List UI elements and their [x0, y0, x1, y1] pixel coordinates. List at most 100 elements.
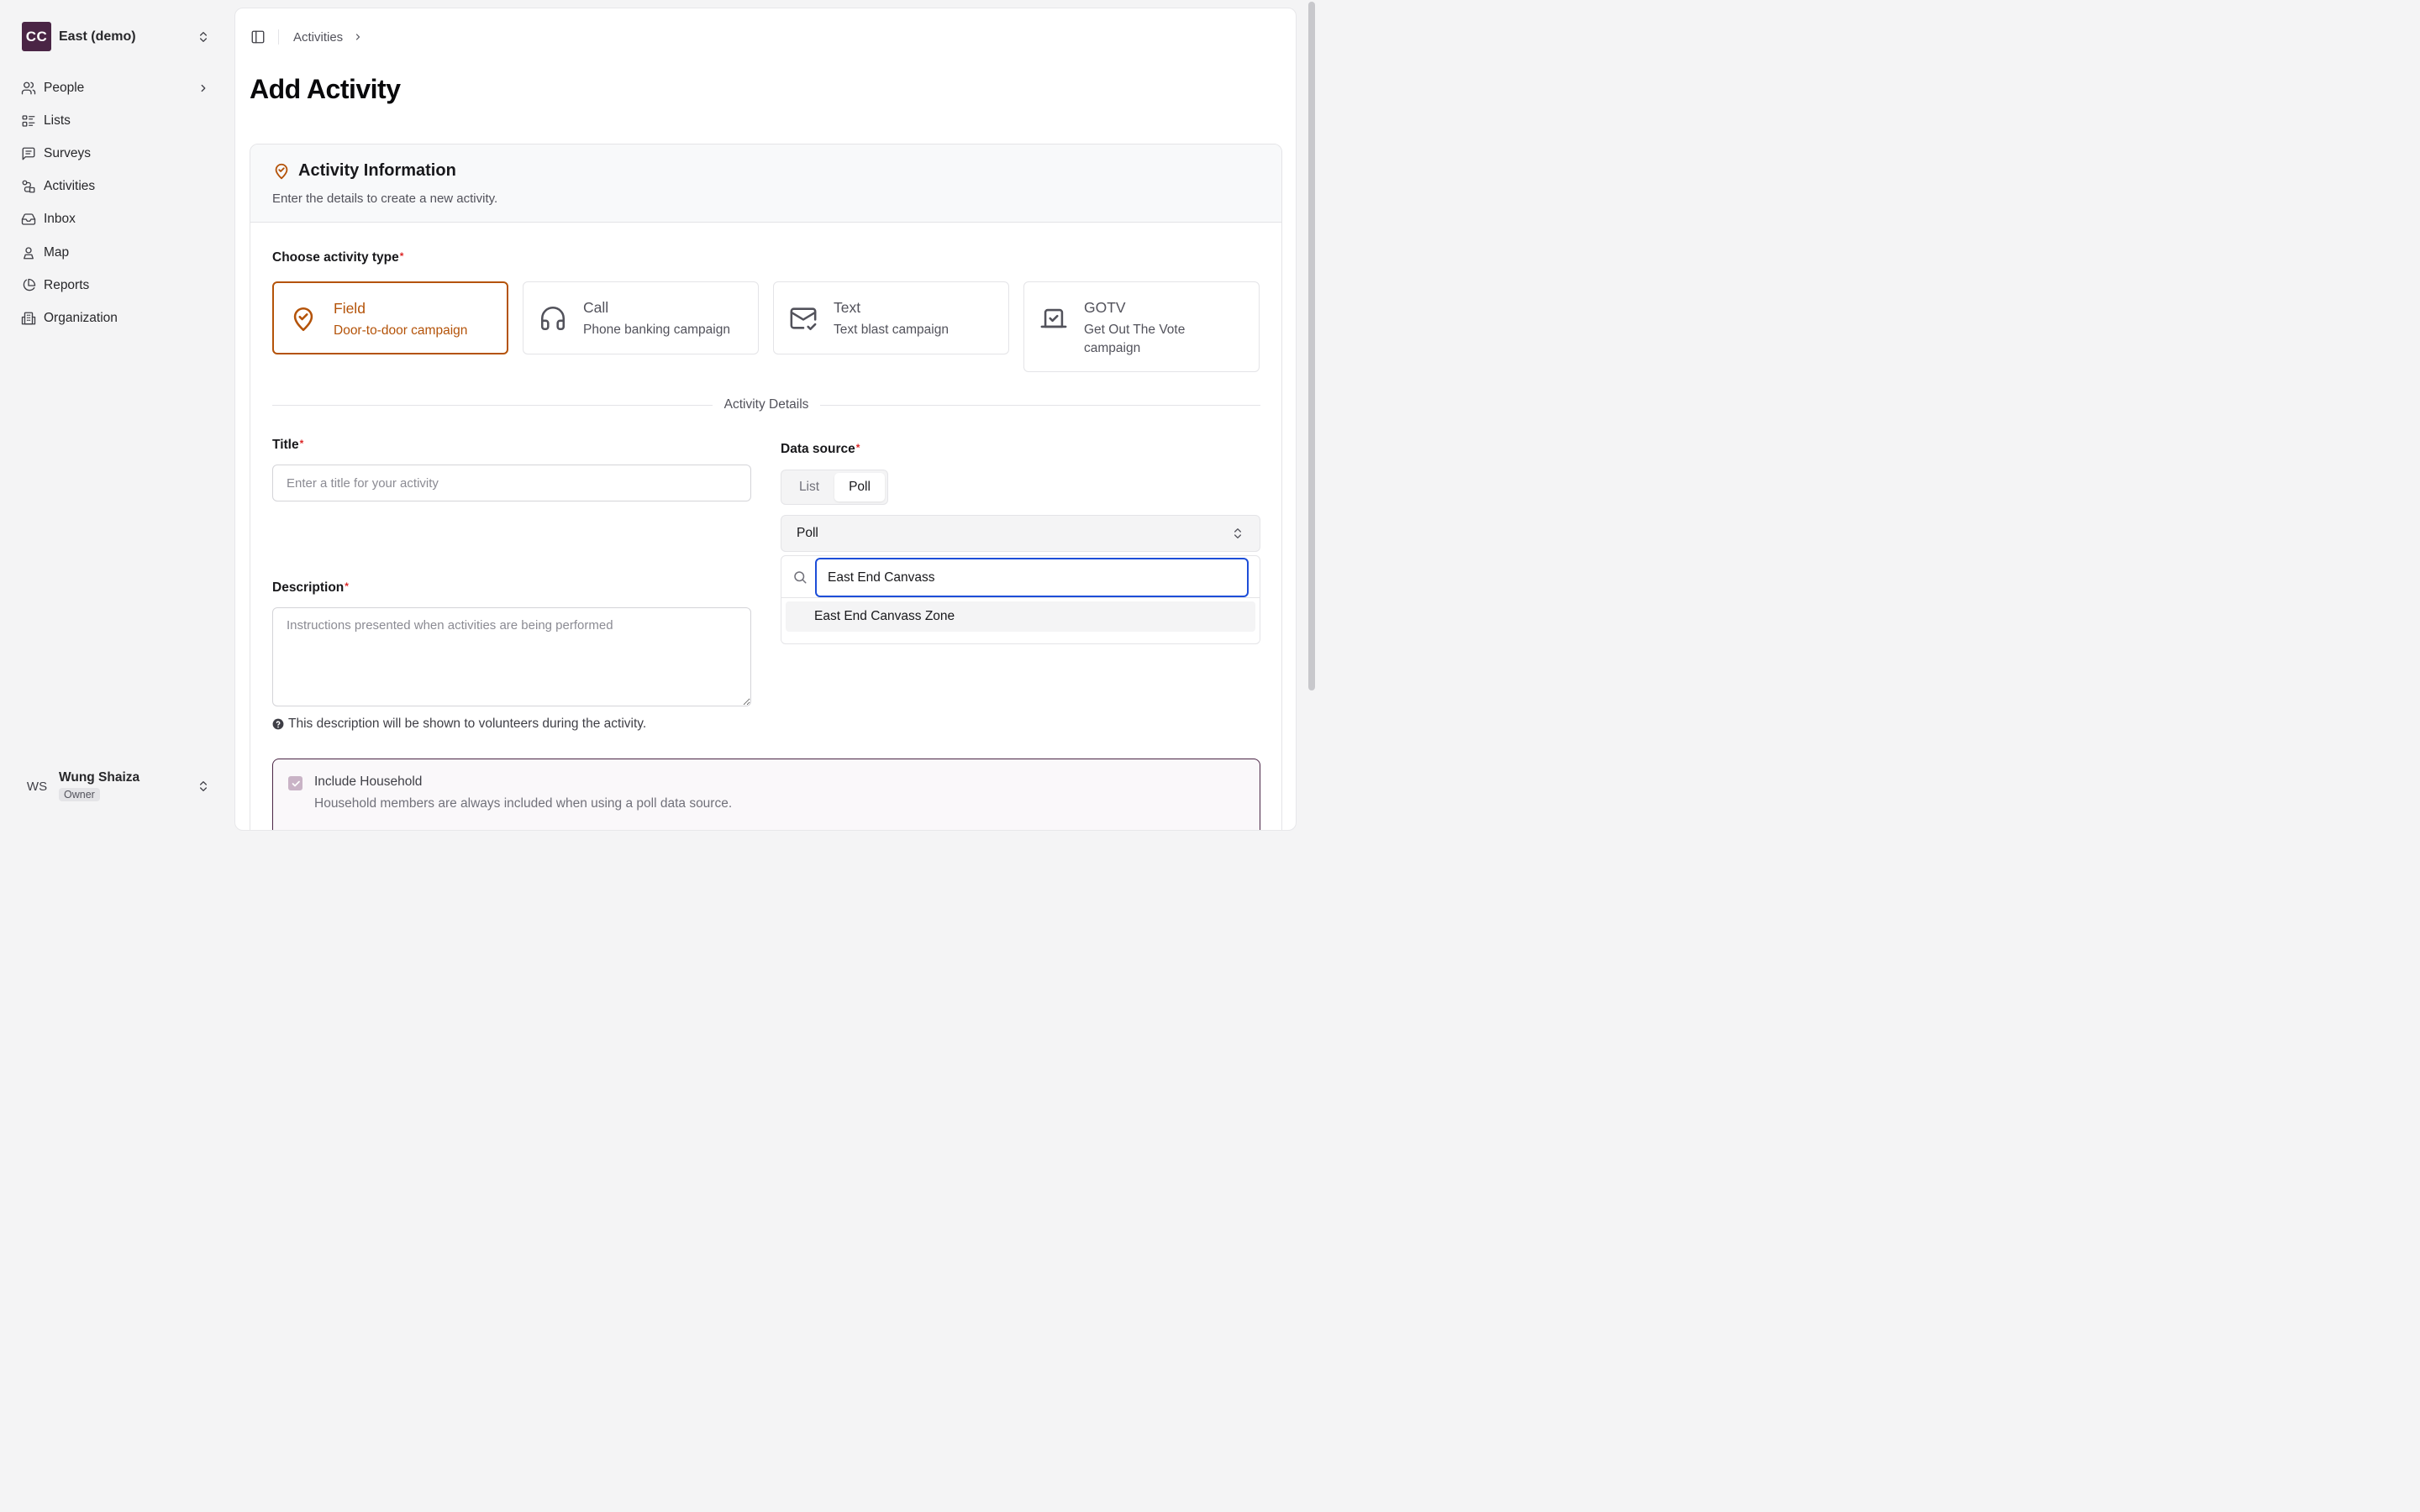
- scrollbar-thumb[interactable]: [1308, 2, 1315, 690]
- poll-select-value: Poll: [797, 526, 818, 540]
- activity-type-name: GOTV: [1084, 299, 1126, 316]
- dropdown-search: [781, 556, 1260, 598]
- title-label: Title*: [272, 438, 303, 453]
- activity-type-desc: Text blast campaign: [834, 323, 949, 337]
- poll-dropdown: East End Canvass Zone: [781, 555, 1260, 644]
- section-divider: Activity Details: [272, 396, 1260, 413]
- activity-type-options: Field Door-to-door campaign Call Phone b…: [272, 281, 1260, 374]
- section-divider-label: Activity Details: [723, 397, 809, 412]
- description-label: Description*: [272, 580, 349, 596]
- activity-type-label: Choose activity type*: [272, 250, 403, 265]
- segment-list[interactable]: List: [784, 473, 834, 501]
- sidebar-item-reports[interactable]: Reports: [21, 269, 216, 302]
- page-title: Add Activity: [250, 74, 401, 104]
- sidebar-item-surveys[interactable]: Surveys: [21, 137, 216, 170]
- activity-type-desc: Get Out The Vote campaign: [1084, 323, 1186, 355]
- activity-type-desc: Phone banking campaign: [583, 323, 730, 337]
- include-household-row: Include Household: [288, 774, 1244, 790]
- description-label-text: Description: [272, 580, 345, 595]
- topbar-divider: [278, 29, 279, 45]
- description-input[interactable]: [272, 607, 751, 706]
- required-mark: *: [299, 438, 304, 449]
- divider-line: [820, 404, 1260, 406]
- card-title-text: Activity Information: [298, 161, 456, 180]
- user-info: Wung Shaiza Owner: [59, 770, 197, 802]
- activity-type-field[interactable]: Field Door-to-door campaign: [272, 281, 508, 354]
- avatar: WS: [26, 779, 48, 794]
- activity-type-gotv[interactable]: GOTV Get Out The Vote campaign: [1023, 281, 1260, 372]
- topbar: Activities: [250, 29, 363, 45]
- activity-info-card: Activity Information Enter the details t…: [250, 144, 1282, 830]
- map-pin-check-icon: [275, 163, 288, 179]
- sidebar: CC East (demo) People Lists Surveys Acti…: [0, 0, 234, 823]
- sidebar-item-label: People: [44, 80, 85, 95]
- activity-type-text: Field Door-to-door campaign: [334, 300, 467, 340]
- role-badge: Owner: [59, 788, 100, 801]
- org-name: East (demo): [59, 29, 136, 44]
- sidebar-toggle-icon[interactable]: [250, 29, 266, 45]
- title-label-text: Title: [272, 438, 299, 452]
- sidebar-item-inbox[interactable]: Inbox: [21, 203, 216, 236]
- breadcrumb-activities[interactable]: Activities: [293, 30, 343, 45]
- main-panel: Activities Add Activity Activity Informa…: [234, 8, 1297, 831]
- sidebar-item-label: Inbox: [44, 212, 76, 227]
- org-switcher[interactable]: CC East (demo): [22, 22, 215, 51]
- data-source-label-text: Data source: [781, 442, 855, 456]
- map-pin-check-icon: [293, 307, 313, 332]
- include-household-title: Include Household: [314, 774, 423, 789]
- chevron-right-icon: [356, 34, 360, 40]
- activity-type-name: Text: [834, 299, 861, 316]
- activity-type-text: Call Phone banking campaign: [583, 299, 730, 339]
- dropdown-option[interactable]: East End Canvass Zone: [786, 601, 1255, 632]
- sidebar-item-map[interactable]: Map: [21, 236, 216, 269]
- data-source-label: Data source*: [781, 442, 860, 457]
- dropdown-search-input[interactable]: [815, 558, 1249, 597]
- poll-select[interactable]: Poll: [781, 515, 1260, 552]
- user-menu[interactable]: WS Wung Shaiza Owner: [22, 766, 215, 806]
- activity-type-name: Field: [334, 300, 366, 317]
- sidebar-item-activities[interactable]: Activities: [21, 171, 216, 203]
- include-household-box: Include Household Household members are …: [272, 759, 1260, 830]
- page-scrollbar[interactable]: [1306, 0, 1318, 823]
- description-help-text: This description will be shown to volunt…: [288, 717, 647, 731]
- mail-check-icon: [790, 307, 817, 331]
- description-help: This description will be shown to volunt…: [272, 717, 646, 732]
- card-subtitle: Enter the details to create a new activi…: [272, 192, 498, 206]
- title-input[interactable]: [272, 465, 751, 501]
- required-mark: *: [399, 250, 404, 262]
- activity-type-label-text: Choose activity type: [272, 250, 399, 265]
- list-icon: [22, 115, 35, 127]
- activity-type-desc: Door-to-door campaign: [334, 323, 468, 338]
- headphones-icon: [540, 306, 566, 331]
- chevrons-up-down-icon: [200, 781, 207, 791]
- include-household-subtitle: Household members are always included wh…: [314, 796, 733, 811]
- building-icon: [21, 312, 36, 325]
- sidebar-item-label: Reports: [44, 277, 90, 292]
- include-household-checkbox[interactable]: [288, 776, 302, 790]
- search-icon: [794, 571, 807, 584]
- activity-type-text[interactable]: Text Text blast campaign: [773, 281, 1009, 354]
- inbox-icon: [21, 213, 36, 226]
- sidebar-item-label: Lists: [44, 113, 71, 128]
- sidebar-item-label: Organization: [44, 310, 118, 325]
- sidebar-item-label: Map: [44, 244, 70, 260]
- chevrons-up-down-icon: [200, 31, 207, 42]
- map-pin-user-icon: [24, 246, 34, 259]
- check-icon: [292, 780, 300, 786]
- card-title: Activity Information: [272, 161, 1260, 181]
- required-mark: *: [345, 580, 349, 592]
- route-icon: [22, 180, 35, 193]
- activity-type-call[interactable]: Call Phone banking campaign: [523, 281, 759, 354]
- sidebar-item-organization[interactable]: Organization: [21, 302, 216, 334]
- message-square-icon: [22, 147, 35, 160]
- data-source-toggle: List Poll: [781, 470, 888, 505]
- divider-line: [272, 404, 713, 406]
- segment-poll[interactable]: Poll: [834, 473, 885, 501]
- activity-type-text: Text Text blast campaign: [834, 299, 949, 339]
- sidebar-item-lists[interactable]: Lists: [21, 104, 216, 137]
- org-logo: CC: [22, 22, 51, 51]
- activity-type-text: GOTV Get Out The Vote campaign: [1084, 299, 1210, 358]
- sidebar-item-people[interactable]: People: [21, 71, 216, 104]
- pie-chart-icon: [23, 278, 36, 291]
- vote-icon: [1040, 308, 1067, 328]
